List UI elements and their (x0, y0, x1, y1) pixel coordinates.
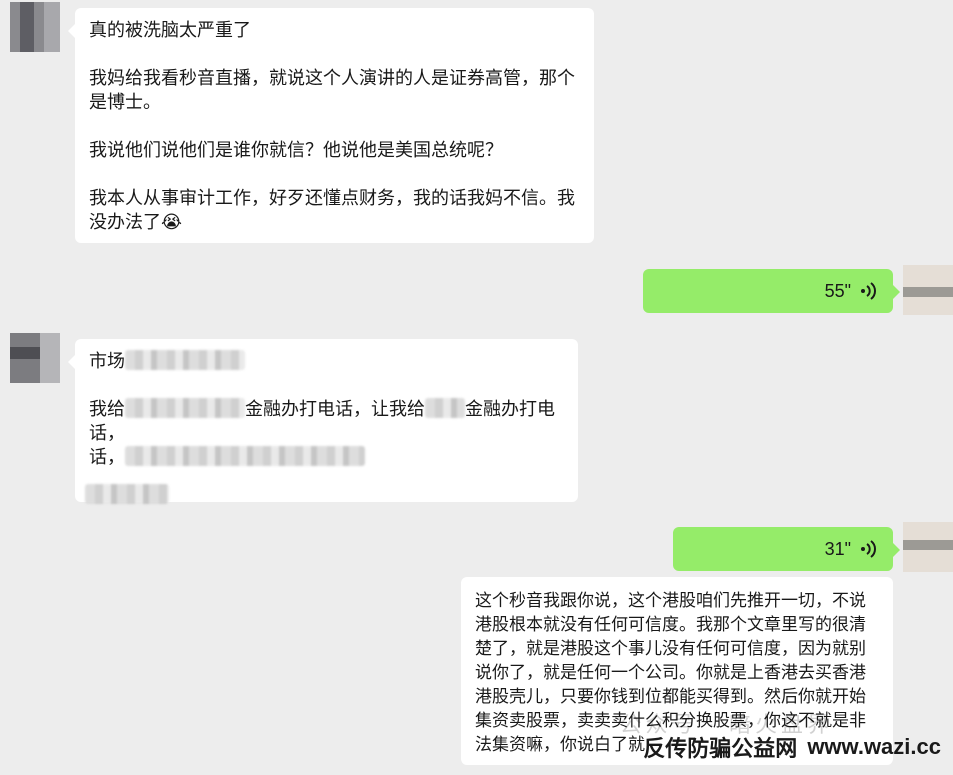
voice-wave-icon (861, 282, 876, 300)
incoming-message-bubble[interactable]: 市场 我给 金融办打电话，让我给 金融办打电话， 话， (68, 339, 578, 504)
bubble-tail (893, 543, 900, 557)
message-text: 市场 (89, 351, 125, 371)
message-line: 市场 (89, 349, 564, 373)
message-paragraph: 真的被洗脑太严重了 (89, 20, 251, 40)
watermark-right: www.wazi.cc (807, 734, 941, 759)
message-text: 金融办打电话，让我给 (245, 399, 425, 419)
contact-avatar[interactable] (10, 333, 60, 383)
outgoing-voice-message[interactable]: 55" (643, 269, 900, 313)
message-line (85, 483, 564, 507)
redacted-text (425, 398, 465, 418)
message-paragraph: 我妈给我看秒音直播，就说这个人演讲的人是证券高管，那个是博士。 (89, 68, 575, 112)
outgoing-voice-message[interactable]: 31" (673, 527, 900, 571)
voice-wave-icon (861, 540, 876, 558)
bubble-tail (68, 355, 75, 369)
redacted-text (125, 350, 245, 370)
contact-avatar[interactable] (10, 2, 60, 52)
message-text: 话， (89, 447, 125, 467)
bubble-tail (68, 24, 75, 38)
voice-duration: 55" (824, 281, 851, 301)
watermark-left: 反传防骗公益网 (643, 736, 798, 761)
incoming-message-bubble[interactable]: 真的被洗脑太严重了 我妈给我看秒音直播，就说这个人演讲的人是证券高管，那个是博士… (68, 8, 594, 243)
message-line: 我给 金融办打电话，让我给 金融办打电话， (89, 397, 564, 445)
message-paragraph: 我本人从事审计工作，好歹还懂点财务，我的话我妈不信。我没办法了😭 (89, 188, 575, 232)
site-watermark: 反传防骗公益网 www.wazi.cc (643, 731, 941, 763)
redacted-text (125, 446, 365, 466)
message-paragraph: 我说他们说他们是谁你就信？他说他是美国总统呢？ (89, 140, 503, 160)
redacted-text (125, 398, 245, 418)
voice-duration: 31" (824, 539, 851, 559)
message-text: 我给 (89, 399, 125, 419)
redacted-text (85, 484, 169, 504)
self-avatar[interactable] (903, 522, 953, 572)
self-avatar[interactable] (903, 265, 953, 315)
message-line: 话， (89, 445, 564, 469)
bubble-tail (893, 285, 900, 299)
